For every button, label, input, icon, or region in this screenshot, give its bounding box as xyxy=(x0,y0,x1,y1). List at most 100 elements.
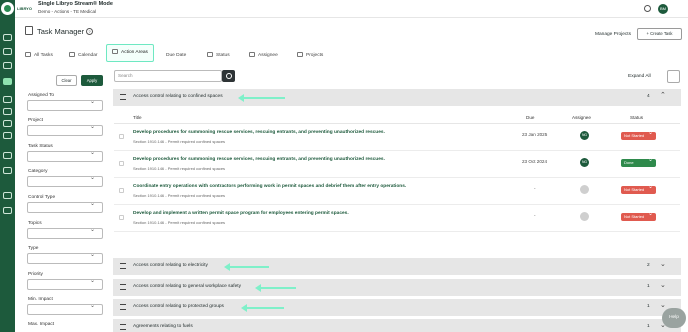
action-area-group[interactable]: Access control relating to electricity 2… xyxy=(113,258,681,275)
table-row[interactable]: Develop procedures for summoning rescue … xyxy=(114,151,680,178)
chevron-down-icon[interactable]: ⌄ xyxy=(660,260,666,268)
org-chart-icon[interactable] xyxy=(3,207,12,214)
action-area-group[interactable]: Agreements relating to fuels 1 ⌄ xyxy=(113,319,681,332)
bell-icon[interactable] xyxy=(3,48,12,55)
topics-select[interactable] xyxy=(27,226,103,239)
create-task-button[interactable]: + Create Task xyxy=(637,28,682,40)
clipboard-icon xyxy=(112,49,118,54)
search-input[interactable]: Search xyxy=(114,70,222,82)
task-title[interactable]: Develop procedures for summoning rescue … xyxy=(133,130,385,135)
filter-label: Category xyxy=(28,169,48,174)
task-section: Section 1910.146 - Permit required confi… xyxy=(133,166,226,171)
app-rail xyxy=(0,0,15,332)
search-icon[interactable] xyxy=(644,5,651,12)
task-title[interactable]: Develop procedures for summoning rescue … xyxy=(133,157,385,162)
tab-assignee[interactable]: Assignee xyxy=(249,50,278,62)
tasks-icon[interactable] xyxy=(3,78,12,85)
tab-all-tasks[interactable]: All Tasks xyxy=(25,50,53,62)
stream-selector[interactable]: Demo - Actions - TE Medical xyxy=(38,9,96,14)
people-icon xyxy=(249,52,255,57)
group-count: 1 xyxy=(647,304,650,309)
highlight-arrow xyxy=(241,303,284,312)
empty-avatar-icon[interactable] xyxy=(580,185,589,194)
status-badge[interactable]: Not Started xyxy=(621,210,656,221)
task-section: Section 1910.146 - Permit required confi… xyxy=(133,220,226,225)
col-assignee: Assignee xyxy=(572,115,591,120)
category-select[interactable] xyxy=(27,174,103,187)
page-title: Task Manager xyxy=(37,27,85,36)
min-impact-select[interactable] xyxy=(27,302,103,315)
arrow-icon[interactable] xyxy=(3,132,12,139)
chevron-up-icon[interactable]: ⌃ xyxy=(660,91,666,99)
arrow-icon[interactable] xyxy=(3,108,12,115)
task-title[interactable]: Coordinate entry operations with contrac… xyxy=(133,184,406,189)
help-button[interactable]: Help xyxy=(662,308,686,328)
help-icon[interactable]: ? xyxy=(86,28,93,35)
arrow-icon[interactable] xyxy=(3,96,12,103)
list-icon xyxy=(120,263,126,269)
filter-label: Assigned To xyxy=(28,93,55,98)
row-checkbox[interactable] xyxy=(119,134,124,139)
folder-icon[interactable] xyxy=(3,167,12,174)
avatar[interactable]: BM xyxy=(658,4,668,14)
task-due: 23 Oct 2024 xyxy=(522,159,548,164)
table-row[interactable]: Develop and implement a written permit s… xyxy=(114,205,680,232)
empty-avatar-icon[interactable] xyxy=(580,212,589,221)
task-status-select[interactable] xyxy=(27,149,103,162)
filter-label: Project xyxy=(28,118,43,123)
app-title: Single Libryo Stream® Mode xyxy=(38,1,113,7)
tab-status[interactable]: Status xyxy=(207,50,230,62)
list-icon xyxy=(120,324,126,330)
tab-due-date[interactable]: Due Date xyxy=(166,50,186,62)
apply-filters-button[interactable]: Apply xyxy=(81,75,103,86)
filter-label: Min. Impact xyxy=(28,297,53,302)
row-checkbox[interactable] xyxy=(119,161,124,166)
group-name: Agreements relating to fuels xyxy=(133,324,193,329)
assigned-to-select[interactable] xyxy=(27,98,103,111)
task-section: Section 1910.146 - Permit required confi… xyxy=(133,139,226,144)
chevron-down-icon[interactable]: ⌄ xyxy=(660,281,666,289)
group-count: 1 xyxy=(647,324,650,329)
status-badge[interactable]: Not Started xyxy=(621,129,656,140)
expand-all-button[interactable]: Expand All xyxy=(628,74,651,79)
tab-projects[interactable]: Projects xyxy=(297,50,323,62)
filter-label: Priority xyxy=(28,272,43,277)
key-icon[interactable] xyxy=(3,62,12,69)
libryo-logo-icon[interactable] xyxy=(1,2,14,15)
task-title[interactable]: Develop and implement a written permit s… xyxy=(133,211,349,216)
row-checkbox[interactable] xyxy=(119,215,124,220)
projects-icon xyxy=(297,52,303,57)
manage-projects-link[interactable]: Manage Projects xyxy=(595,32,631,37)
control-type-select[interactable] xyxy=(27,200,103,213)
group-name: Access control relating to electricity xyxy=(133,263,208,268)
col-due[interactable]: Due xyxy=(526,115,534,120)
action-area-group[interactable]: Access control relating to confined spac… xyxy=(113,89,681,106)
chevron-down-icon[interactable]: ⌄ xyxy=(660,301,666,309)
assignee-avatar: NG xyxy=(580,131,589,140)
top-bar: Single Libryo Stream® Mode Demo - Action… xyxy=(15,0,688,18)
col-status[interactable]: Status xyxy=(630,115,643,120)
type-select[interactable] xyxy=(27,251,103,264)
table-row[interactable]: Develop procedures for summoning rescue … xyxy=(114,124,680,151)
row-checkbox[interactable] xyxy=(119,188,124,193)
group-count: 1 xyxy=(647,284,650,289)
tab-calendar[interactable]: Calendar xyxy=(69,50,97,62)
task-due: - xyxy=(534,186,536,191)
status-badge[interactable]: Not Started xyxy=(621,183,656,194)
export-icon[interactable] xyxy=(667,70,680,83)
tab-action-areas[interactable]: Action Areas xyxy=(106,44,154,62)
home-icon[interactable] xyxy=(3,34,12,41)
action-area-group[interactable]: Access control relating to protected gro… xyxy=(113,299,681,316)
status-badge[interactable]: Done xyxy=(621,156,656,167)
priority-select[interactable] xyxy=(27,277,103,290)
document-icon[interactable] xyxy=(3,192,12,199)
table-row[interactable]: Coordinate entry operations with contrac… xyxy=(114,178,680,205)
action-area-group[interactable]: Access control relating to general workp… xyxy=(113,279,681,296)
tasks-icon xyxy=(25,52,31,57)
clear-filters-button[interactable]: Clear xyxy=(56,75,77,86)
list-icon[interactable] xyxy=(3,152,12,159)
arrow-icon[interactable] xyxy=(3,120,12,127)
search-button[interactable] xyxy=(222,70,235,82)
project-select[interactable] xyxy=(27,123,103,136)
col-title[interactable]: Title xyxy=(133,115,142,120)
